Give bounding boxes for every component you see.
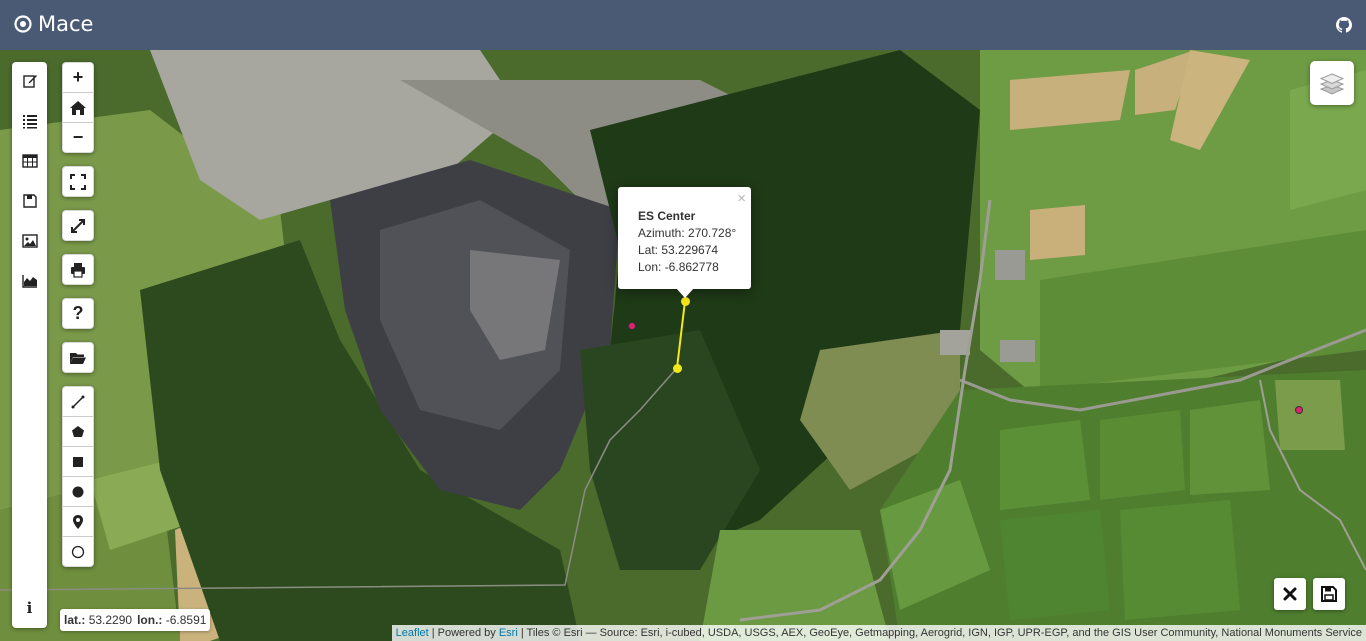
- marker-point[interactable]: [673, 364, 682, 373]
- satellite-imagery: [0, 50, 1366, 641]
- circle-marker-icon: [71, 545, 85, 558]
- brand[interactable]: Mace: [14, 12, 93, 36]
- close-icon: [1283, 587, 1297, 601]
- save-button[interactable]: [12, 186, 47, 216]
- rectangle-icon: [73, 456, 83, 467]
- polygon-icon: [72, 425, 84, 437]
- popup-close-button[interactable]: ×: [737, 190, 746, 207]
- popup-lon: Lon: -6.862778: [638, 260, 719, 274]
- attribution-tiles: | Tiles © Esri — Source: Esri, i-cubed, …: [517, 627, 1362, 639]
- map-canvas[interactable]: [0, 50, 1366, 641]
- table-button[interactable]: [12, 146, 47, 176]
- area-chart-button[interactable]: [12, 266, 47, 296]
- info-popup: × ES Center Azimuth: 270.728° Lat: 53.22…: [618, 187, 751, 289]
- save-drawing-button[interactable]: [1313, 578, 1345, 610]
- image-button[interactable]: [12, 226, 47, 256]
- expand-control: [62, 210, 94, 241]
- help-control: ?: [62, 298, 94, 329]
- list-button[interactable]: [12, 106, 47, 136]
- popup-azimuth: Azimuth: 270.728°: [638, 226, 737, 240]
- fullscreen-button[interactable]: [63, 167, 93, 196]
- popup-title: ES Center: [638, 209, 696, 223]
- zoom-control: + −: [62, 62, 94, 153]
- zoom-in-button[interactable]: +: [63, 63, 93, 93]
- navbar: Mace: [0, 0, 1366, 50]
- draw-toolbar: [62, 386, 94, 567]
- expand-button[interactable]: [63, 211, 93, 240]
- edit-button[interactable]: [12, 66, 47, 96]
- draw-circle-button[interactable]: [63, 477, 93, 507]
- layers-control[interactable]: [1310, 61, 1354, 105]
- table-icon: [21, 154, 38, 168]
- lon-value: -6.8591: [165, 613, 207, 627]
- list-icon: [22, 115, 37, 129]
- target-icon: [14, 15, 32, 33]
- leaflet-link[interactable]: Leaflet: [396, 627, 429, 639]
- sidebar: i: [12, 62, 47, 628]
- lon-label: lon.:: [137, 613, 163, 627]
- popup-tip: [676, 288, 694, 298]
- home-icon: [70, 100, 86, 115]
- fullscreen-control: [62, 166, 94, 197]
- monument-marker[interactable]: [1295, 406, 1303, 414]
- draw-polygon-button[interactable]: [63, 417, 93, 447]
- monument-marker[interactable]: [628, 322, 636, 330]
- marker-es-center[interactable]: [681, 297, 690, 306]
- edit-icon: [22, 75, 37, 88]
- open-file-button[interactable]: [63, 343, 93, 372]
- draw-marker-button[interactable]: [63, 507, 93, 537]
- draw-circle-marker-button[interactable]: [63, 537, 93, 566]
- cancel-button[interactable]: [1274, 578, 1306, 610]
- open-file-control: [62, 342, 94, 373]
- map-attribution: Leaflet | Powered by Esri | Tiles © Esri…: [391, 625, 1366, 641]
- app-title: Mace: [38, 12, 94, 36]
- save-icon: [22, 194, 37, 208]
- github-icon[interactable]: [1336, 17, 1352, 33]
- circle-icon: [72, 486, 84, 497]
- lat-value: 53.2290: [88, 613, 133, 627]
- print-control: [62, 254, 94, 285]
- folder-open-icon: [70, 352, 86, 364]
- zoom-out-button[interactable]: −: [63, 123, 93, 152]
- layers-icon: [1319, 73, 1345, 95]
- area-chart-icon: [21, 275, 37, 288]
- marker-icon: [73, 514, 83, 529]
- info-button[interactable]: i: [12, 593, 47, 623]
- draw-polyline-button[interactable]: [63, 387, 93, 417]
- polyline-icon: [71, 395, 85, 408]
- fullscreen-icon: [70, 173, 86, 190]
- image-icon: [21, 234, 38, 248]
- print-button[interactable]: [63, 255, 93, 284]
- help-button[interactable]: ?: [63, 299, 93, 328]
- draw-rectangle-button[interactable]: [63, 447, 93, 477]
- lat-label: lat.:: [64, 613, 86, 627]
- print-icon: [71, 262, 85, 278]
- home-button[interactable]: [63, 93, 93, 123]
- attribution-powered: | Powered by: [428, 627, 499, 639]
- esri-link[interactable]: Esri: [499, 627, 518, 639]
- popup-lat: Lat: 53.229674: [638, 243, 719, 257]
- save-icon: [1321, 586, 1337, 602]
- mouse-coordinates: lat.: 53.2290 lon.: -6.8591: [60, 609, 211, 631]
- expand-icon: [71, 218, 85, 233]
